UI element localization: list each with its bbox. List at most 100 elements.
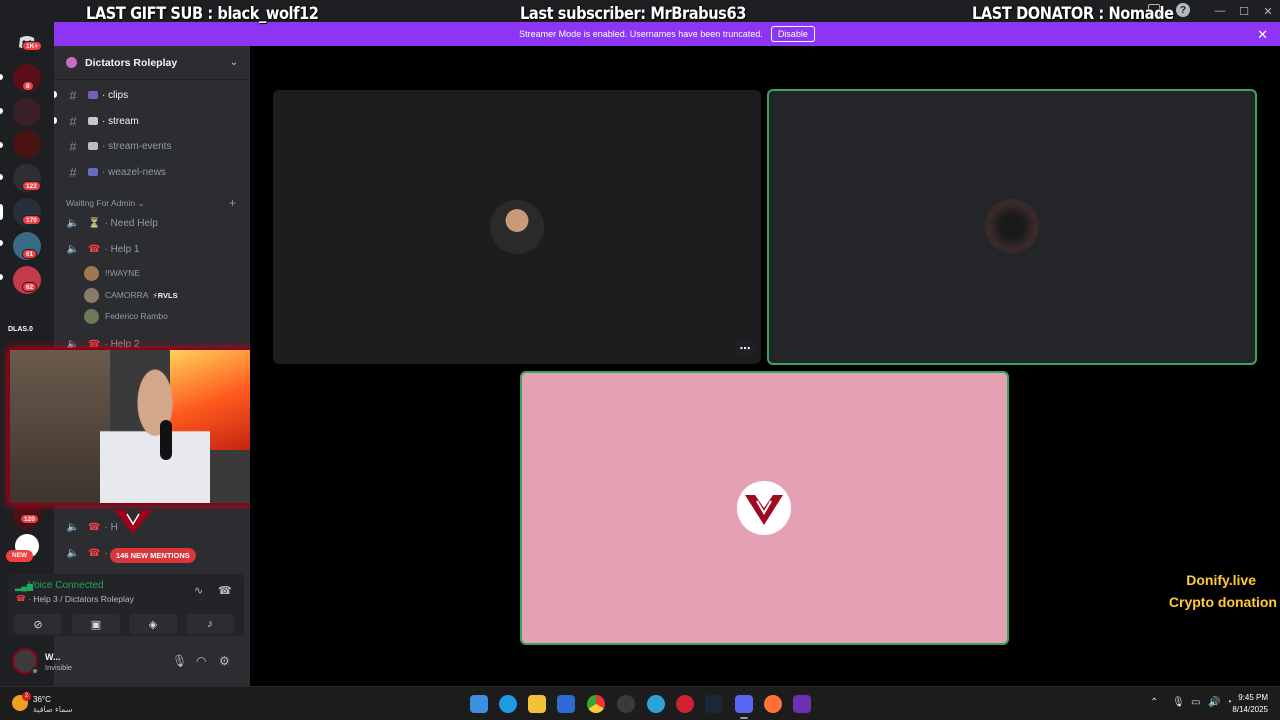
unread-indicator (54, 91, 57, 98)
help-icon[interactable]: ? (1176, 3, 1190, 17)
channel-clips[interactable]: # · clips (62, 84, 246, 106)
channel-stream-events[interactable]: # · stream-events (62, 135, 246, 157)
close-banner-icon[interactable]: ✕ (1257, 27, 1268, 43)
new-mentions-badge[interactable]: 146 NEW MENTIONS (110, 548, 196, 563)
headphones-icon[interactable]: ◠ (196, 654, 206, 668)
channel-weazel-news[interactable]: # · weazel-news (62, 161, 246, 183)
file-explorer-icon[interactable] (528, 695, 546, 713)
unread-pill (0, 74, 3, 80)
avatar (84, 265, 99, 281)
member-name: Federico Rambo (105, 311, 168, 321)
phone-icon: ☎ (88, 521, 101, 533)
avatar (84, 287, 99, 303)
server-avatar-icon (66, 57, 77, 68)
member-clan-tag: ⚡RVLS (152, 290, 178, 300)
camera-off-button[interactable]: ⊘ (14, 614, 62, 634)
opera-icon[interactable] (676, 695, 694, 713)
channel-stream[interactable]: # · stream (62, 110, 246, 132)
avatar (84, 308, 99, 324)
phone-icon: ☎ (88, 547, 101, 559)
voice-connected-panel: ▂▄▆ Voice Connected ☎ · Help 3 / Dictato… (8, 574, 244, 636)
display-tray-icon[interactable]: ▭ (1191, 697, 1200, 708)
voice-channel-label: · (104, 547, 108, 559)
active-app-indicator (740, 717, 748, 719)
soundboard-button[interactable]: ♪ (186, 614, 234, 634)
chevron-down-icon[interactable]: ⌄ (230, 57, 238, 68)
edge-icon[interactable] (499, 695, 517, 713)
microphone-tray-icon[interactable]: 🎙 (1172, 697, 1185, 708)
member-name: !!WAYNE (105, 268, 140, 278)
participant-tile-speaking[interactable] (520, 371, 1009, 645)
unread-pill (0, 240, 3, 246)
volume-icon[interactable]: 🔊 (1208, 697, 1220, 708)
settings-gear-icon[interactable]: ⚙ (219, 654, 230, 668)
webcam-person (100, 368, 210, 503)
unread-indicator (54, 117, 57, 124)
username[interactable]: W... (45, 652, 61, 662)
unread-pill (0, 108, 3, 114)
user-panel: W... Invisible 🎙 ◠ ⚙ (8, 642, 244, 680)
selected-pill (0, 204, 3, 220)
kick-app-icon[interactable] (793, 695, 811, 713)
user-status-text: Invisible (45, 663, 73, 672)
clock-time[interactable]: 9:45 PM (1238, 693, 1268, 702)
activity-button[interactable]: ◈ (129, 614, 177, 634)
voice-channel-need-help[interactable]: 🔈 ⏳ · Need Help (62, 212, 246, 234)
add-channel-icon[interactable]: + (229, 196, 236, 210)
server-badge: 62 (22, 282, 38, 292)
participant-tile-speaking[interactable] (767, 89, 1257, 365)
voice-status[interactable]: Voice Connected (28, 580, 104, 591)
minimize-button[interactable]: — (1208, 0, 1232, 22)
voice-channel[interactable]: 🔈 ☎ · H (62, 516, 246, 538)
weather-description: سماء صافية (33, 705, 73, 714)
unread-pill (0, 142, 3, 148)
clock-date[interactable]: 8/14/2025 (1232, 705, 1268, 714)
start-icon[interactable] (470, 695, 488, 713)
voice-member[interactable]: Federico Rambo (84, 306, 168, 326)
disconnect-icon[interactable]: ☎ (218, 584, 232, 597)
participant-tile[interactable]: ⋯ (273, 90, 761, 364)
avatar (985, 199, 1039, 253)
noise-suppression-icon[interactable]: ∿ (194, 584, 203, 597)
streamer-webcam (8, 348, 261, 505)
voice-member[interactable]: !!WAYNE (84, 263, 140, 283)
voice-channel-help-1[interactable]: 🔈 ☎ · Help 1 (62, 238, 246, 260)
hourglass-icon: ⏳ (88, 217, 101, 229)
voice-location[interactable]: · Help 3 / Dictators Roleplay (28, 594, 134, 604)
obs-icon[interactable] (617, 695, 635, 713)
voice-video-grid: ⋯ (250, 46, 1280, 686)
more-options-button[interactable]: ⋯ (735, 340, 755, 356)
screen-share-button[interactable]: ▣ (72, 614, 120, 634)
hash-icon: # (69, 87, 77, 103)
telegram-icon[interactable] (647, 695, 665, 713)
disable-streamer-mode-button[interactable]: Disable (770, 26, 815, 42)
maximize-button[interactable]: ☐ (1232, 0, 1256, 22)
hash-icon: # (69, 138, 77, 154)
wifi-icon[interactable]: ◔ (1226, 697, 1232, 708)
weather-temperature[interactable]: 36°C (33, 695, 51, 704)
server-name: Dictators Roleplay (85, 56, 178, 69)
chrome-icon[interactable] (587, 695, 605, 713)
steam-icon[interactable] (705, 695, 723, 713)
speaker-icon: 🔈 (66, 521, 80, 533)
member-name: CAMORRA (105, 290, 149, 300)
clips-icon (88, 91, 98, 99)
tray-overflow-icon[interactable]: ⌃ (1150, 697, 1158, 708)
discord-icon[interactable] (735, 695, 753, 713)
server-badge: 120 (20, 514, 39, 524)
firefox-icon[interactable] (764, 695, 782, 713)
stream-events-icon (88, 142, 98, 150)
server-icon[interactable] (13, 98, 41, 126)
microphone-icon[interactable]: 🎙 (172, 654, 187, 668)
server-icon[interactable] (13, 130, 41, 158)
server-header[interactable]: Dictators Roleplay ⌄ (54, 46, 250, 80)
voice-member[interactable]: CAMORRA ⚡RVLS (84, 285, 178, 305)
store-icon[interactable] (557, 695, 575, 713)
overlay-last-gift-sub: LAST GIFT SUB : black_wolf12 (86, 4, 319, 24)
weazel-news-icon (88, 168, 98, 176)
close-window-button[interactable]: ✕ (1256, 0, 1280, 22)
phone-icon: ☎ (88, 243, 101, 255)
category-waiting-for-admin[interactable]: Waiting For Admin ⌄ (66, 198, 145, 209)
channel-label: · stream-events (102, 140, 172, 152)
dlas-server-label[interactable]: DLAS.0 (8, 326, 33, 333)
